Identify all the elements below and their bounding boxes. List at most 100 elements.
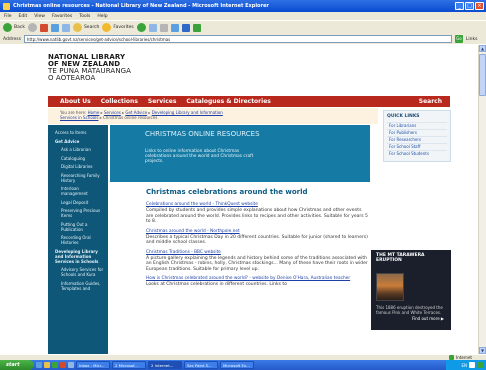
nav-collections[interactable]: Collections	[101, 98, 138, 105]
menu-bar: File Edit View Favorites Tools Help	[0, 12, 486, 20]
forward-arrow-icon[interactable]	[27, 23, 37, 32]
left-nav-item[interactable]: Advisory Services for Schools and Kura	[53, 267, 104, 277]
quick-link-school-staff[interactable]: For School Staff	[387, 143, 447, 150]
quick-link-librarians[interactable]: For Librarians	[387, 122, 447, 129]
favorites-label: Favorites	[113, 25, 134, 30]
resource-item: Christmas Traditions - BBC website A pic…	[146, 250, 368, 273]
left-nav-item[interactable]: Recording Oral Histories	[53, 235, 104, 245]
promo-panel[interactable]: THE MT TARAWERA ERUPTION This 1886 erupt…	[371, 250, 451, 330]
address-bar: Address http://www.natlib.govt.nz/servic…	[0, 34, 486, 44]
left-nav-item[interactable]: Access to Items	[53, 130, 104, 135]
left-nav: Access to Items Get Advice Ask a Librari…	[48, 125, 108, 354]
tray-network-icon[interactable]	[477, 362, 483, 368]
ie-icon	[3, 2, 10, 10]
mail-icon[interactable]	[159, 23, 168, 32]
left-nav-item[interactable]: Cataloguing	[53, 156, 104, 161]
taskbar: start Inbox - Micr... 2 Microsof... 2 In…	[0, 360, 486, 370]
address-input[interactable]: http://www.natlib.govt.nz/services/get-a…	[23, 35, 452, 43]
window-titlebar: Christmas online resources - National Li…	[0, 0, 486, 12]
word-icon[interactable]	[181, 23, 190, 32]
stop-icon[interactable]	[39, 23, 48, 32]
back-button[interactable]: Back	[3, 23, 25, 32]
taskbar-button-inbox[interactable]: Inbox - Micr...	[76, 361, 110, 369]
nav-about-us[interactable]: About Us	[60, 98, 91, 105]
taskbar-button-excel[interactable]: Microsoft Ex...	[220, 361, 254, 369]
left-nav-item[interactable]: Researching Family History	[53, 173, 104, 183]
breadcrumb-schools[interactable]: Services in Schools	[60, 115, 98, 120]
resource-description: Compiled by students and provides simple…	[146, 208, 368, 224]
media-icon[interactable]	[136, 23, 146, 32]
quicklaunch-folder-icon[interactable]	[44, 362, 50, 368]
breadcrumb-developing[interactable]: Developing Library and Information	[152, 110, 223, 115]
start-button[interactable]: start	[0, 360, 34, 370]
promo-find-out-more-link[interactable]: Find out more ▶	[412, 316, 444, 321]
resource-description: A picture gallery explaining the legends…	[146, 255, 368, 272]
page-content: NATIONAL LIBRARY OF NEW ZEALAND TE PUNA …	[0, 45, 478, 354]
search-button[interactable]: Search	[72, 23, 100, 32]
left-nav-item[interactable]: Putting Out a Publication	[53, 222, 104, 232]
home-icon[interactable]	[61, 23, 70, 32]
back-label: Back	[14, 25, 25, 30]
quicklaunch-media-icon[interactable]	[52, 362, 58, 368]
star-icon	[102, 23, 112, 32]
refresh-icon[interactable]	[50, 23, 59, 32]
quicklaunch-app-icon[interactable]	[60, 362, 66, 368]
banner-description: Links to online information about Christ…	[145, 149, 254, 164]
tray-speaker-icon[interactable]	[469, 362, 475, 368]
left-nav-item[interactable]: Legal Deposit	[53, 200, 104, 205]
nav-services[interactable]: Services	[148, 98, 177, 105]
left-nav-item[interactable]: Developing Library and Information Servi…	[53, 249, 104, 264]
minimize-button[interactable]: _	[455, 2, 464, 10]
go-button[interactable]: Go	[454, 35, 463, 43]
breadcrumb-current: Christmas online resources	[102, 115, 158, 120]
quick-link-school-students[interactable]: For School Students	[387, 150, 447, 157]
close-button[interactable]: ×	[475, 2, 484, 10]
left-nav-item[interactable]: Preserving Precious Items	[53, 208, 104, 218]
address-label: Address	[3, 36, 21, 42]
resource-description: Looks at Christmas celebrations in diffe…	[146, 282, 287, 287]
left-nav-item[interactable]: Interloan management	[53, 186, 104, 196]
left-nav-item[interactable]: Ask a Librarian	[53, 147, 104, 152]
history-icon[interactable]	[148, 23, 157, 32]
resource-item: Christmas around the world - Northpole.n…	[146, 229, 368, 246]
scroll-thumb[interactable]	[479, 54, 486, 96]
taskbar-button-internet[interactable]: 2 Internet...	[148, 361, 182, 369]
promo-description: This 1886 eruption destroyed the famous …	[376, 305, 443, 315]
tray-language[interactable]: EN	[461, 363, 467, 368]
left-nav-item[interactable]: Information Guides, Templates and	[53, 281, 104, 291]
favorites-button[interactable]: Favorites	[102, 23, 134, 32]
menu-tools[interactable]: Tools	[79, 14, 90, 19]
quick-link-researchers[interactable]: For Researchers	[387, 136, 447, 143]
breadcrumb: You are here: Home ▸ Services ▸ Get Advi…	[48, 108, 378, 124]
nav-catalogues[interactable]: Catalogues & Directories	[186, 98, 270, 105]
site-logo[interactable]: NATIONAL LIBRARY OF NEW ZEALAND TE PUNA …	[48, 54, 131, 82]
vertical-scrollbar[interactable]: ▲ ▼	[478, 45, 486, 354]
taskbar-button-paint[interactable]: Sec Paint S...	[184, 361, 218, 369]
left-nav-item[interactable]: Digital Libraries	[53, 164, 104, 169]
window-controls: _ □ ×	[455, 2, 484, 10]
menu-view[interactable]: View	[34, 14, 45, 19]
messenger-icon[interactable]	[192, 23, 201, 32]
search-label: Search	[83, 25, 100, 30]
quick-link-publishers[interactable]: For Publishers	[387, 129, 447, 136]
nav-search[interactable]: Search	[419, 98, 442, 105]
scroll-up-arrow-icon[interactable]: ▲	[479, 45, 486, 52]
quicklaunch-desktop-icon[interactable]	[68, 362, 74, 368]
quicklaunch-ie-icon[interactable]	[36, 362, 42, 368]
menu-file[interactable]: File	[4, 14, 12, 19]
browser-toolbar: Back Search Favorites	[0, 20, 486, 34]
left-nav-item[interactable]: Get Advice	[53, 139, 104, 144]
quick-links: QUICK LINKS For Librarians For Publisher…	[383, 110, 451, 162]
main-nav: About Us Collections Services Catalogues…	[48, 96, 450, 107]
links-label[interactable]: Links	[466, 37, 478, 42]
menu-edit[interactable]: Edit	[19, 14, 28, 19]
maximize-button[interactable]: □	[465, 2, 474, 10]
taskbar-button-word[interactable]: 2 Microsof...	[112, 361, 146, 369]
print-icon[interactable]	[170, 23, 179, 32]
logo-line-4: O AOTEAROA	[48, 74, 96, 82]
menu-favorites[interactable]: Favorites	[52, 14, 72, 19]
back-arrow-icon	[3, 23, 12, 32]
menu-help[interactable]: Help	[97, 14, 107, 19]
resource-description: Describes a typical Christmas Day in 20 …	[146, 234, 368, 246]
scroll-down-arrow-icon[interactable]: ▼	[479, 347, 486, 354]
